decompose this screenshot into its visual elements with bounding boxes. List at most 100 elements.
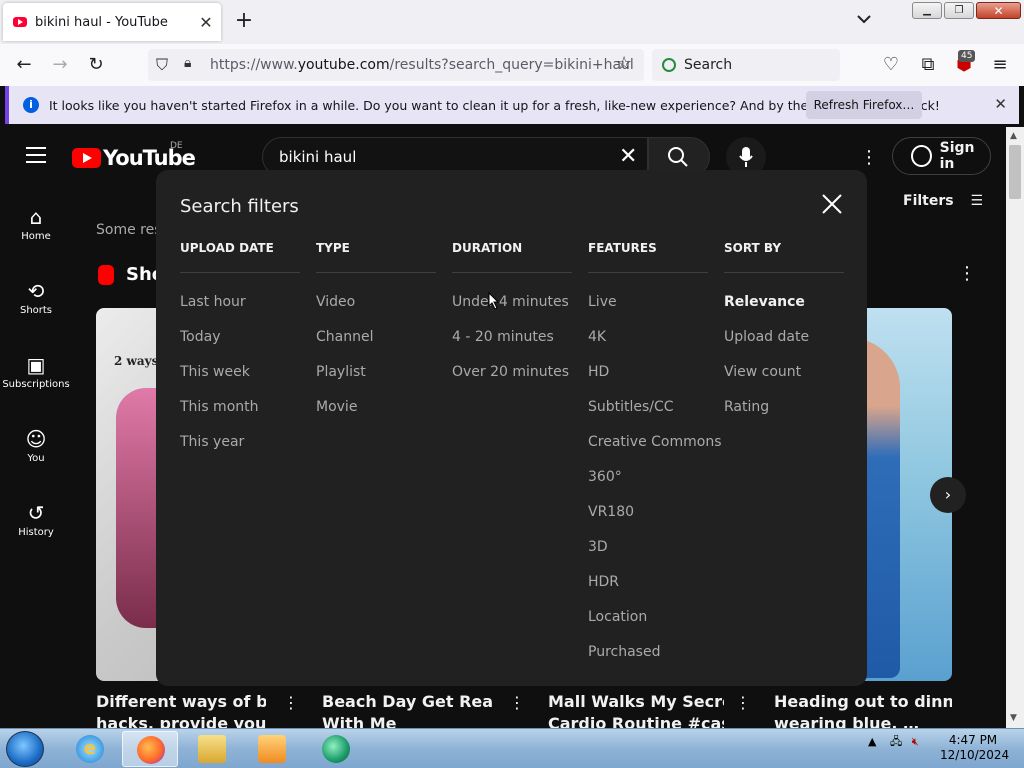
pocket-icon[interactable]: ♡ bbox=[880, 54, 902, 76]
filter-option[interactable]: Channel bbox=[316, 320, 436, 355]
taskbar-media-player[interactable] bbox=[244, 731, 300, 767]
sidebar-item-history[interactable]: ↺ History bbox=[0, 499, 72, 538]
filter-option[interactable]: 3D bbox=[588, 530, 708, 565]
list-all-tabs-icon[interactable] bbox=[855, 10, 873, 28]
filter-option[interactable]: Subtitles/CC bbox=[588, 390, 708, 425]
filters-button[interactable]: Filters ☰ bbox=[903, 193, 983, 209]
video-title[interactable]: Different ways of bikini hacks, provide y… bbox=[96, 691, 266, 728]
minimize-button[interactable]: ▁ bbox=[912, 2, 942, 19]
network-icon[interactable]: 🖧︎ bbox=[890, 735, 902, 748]
video-kebab-icon[interactable]: ⋮ bbox=[735, 693, 751, 712]
scroll-down-icon[interactable]: ▼ bbox=[1010, 713, 1017, 723]
filter-option[interactable]: Purchased bbox=[588, 635, 708, 670]
clear-search-icon[interactable]: ✕ bbox=[619, 144, 637, 169]
video-title[interactable]: Beach Day Get Ready With Me bbox=[322, 691, 492, 728]
filter-column-sort-by: SORT BY Relevance Upload date View count… bbox=[724, 240, 844, 425]
browser-navbar: ← → ↻ ⛉ 🔒︎ https://www.youtube.com/resul… bbox=[0, 44, 1024, 86]
shield-icon[interactable]: ⛉ bbox=[156, 55, 168, 75]
filter-option[interactable]: 4K bbox=[588, 320, 708, 355]
video-title[interactable]: Mall Walks My Secret Cardio Routine #casu… bbox=[548, 691, 724, 728]
account-icon bbox=[911, 145, 932, 167]
page-scrollbar[interactable]: ▲ ▼ bbox=[1006, 127, 1024, 728]
filter-option[interactable]: Last hour bbox=[180, 285, 300, 320]
taskbar-firefox[interactable] bbox=[122, 731, 178, 767]
filter-column-upload-date: UPLOAD DATE Last hour Today This week Th… bbox=[180, 240, 300, 460]
filter-option[interactable]: Over 20 minutes bbox=[452, 355, 572, 390]
refresh-firefox-button[interactable]: Refresh Firefox… bbox=[806, 91, 922, 119]
sidebar-item-shorts[interactable]: ⟲ Shorts bbox=[0, 277, 72, 316]
url-bar[interactable]: ⛉ 🔒︎ https://www.youtube.com/results?sea… bbox=[148, 49, 644, 81]
sign-in-button[interactable]: Sign in bbox=[892, 137, 991, 175]
hamburger-menu-icon[interactable] bbox=[26, 147, 46, 163]
url-prefix: https://www. bbox=[210, 57, 298, 73]
shorts-shelf-kebab-icon[interactable]: ⋮ bbox=[958, 263, 976, 284]
filter-option[interactable]: Live bbox=[588, 285, 708, 320]
volume-muted-icon[interactable]: 🔇︎ bbox=[912, 735, 919, 748]
filter-heading: DURATION bbox=[452, 240, 572, 273]
filter-column-duration: DURATION Under 4 minutes 4 - 20 minutes … bbox=[452, 240, 572, 390]
video-title[interactable]: Heading out to dinner, wearing blue. … bbox=[774, 691, 952, 728]
system-clock[interactable]: 4:47 PM 12/10/2024 bbox=[940, 733, 1009, 763]
browser-tab[interactable]: bikini haul - YouTube ✕ bbox=[3, 3, 221, 41]
sort-option[interactable]: Upload date bbox=[724, 320, 844, 355]
url-domain: youtube.com bbox=[297, 57, 390, 73]
bookmark-star-icon[interactable]: ☆ bbox=[616, 53, 632, 74]
menu-icon[interactable]: ≡ bbox=[989, 54, 1011, 76]
settings-kebab-icon[interactable]: ⋮ bbox=[860, 147, 878, 168]
filter-option[interactable]: 360° bbox=[588, 460, 708, 495]
filter-option[interactable]: Location bbox=[588, 600, 708, 635]
filter-option[interactable]: VR180 bbox=[588, 495, 708, 530]
url-text[interactable]: https://www.youtube.com/results?search_q… bbox=[210, 57, 634, 73]
filter-option[interactable]: Playlist bbox=[316, 355, 436, 390]
close-window-button[interactable]: ✕ bbox=[976, 2, 1021, 19]
taskbar-explorer[interactable] bbox=[184, 731, 240, 767]
sidebar-item-home[interactable]: ⌂ Home bbox=[0, 203, 72, 242]
filter-option[interactable]: Movie bbox=[316, 390, 436, 425]
restore-button[interactable]: ❐ bbox=[944, 2, 974, 19]
browser-search-bar[interactable]: Search bbox=[652, 49, 840, 81]
filter-option[interactable]: This year bbox=[180, 425, 300, 460]
taskbar-app[interactable] bbox=[308, 731, 364, 767]
filter-heading: FEATURES bbox=[588, 240, 708, 273]
show-hidden-icons-icon[interactable]: ▲ bbox=[868, 735, 876, 748]
close-notification-icon[interactable]: ✕ bbox=[994, 95, 1007, 113]
forward-icon[interactable]: → bbox=[49, 54, 71, 76]
system-tray: ▲ 🖧︎ 🔇︎ bbox=[868, 733, 919, 752]
scrollbar-thumb[interactable] bbox=[1009, 145, 1021, 199]
media-player-icon bbox=[258, 735, 286, 763]
video-title-line: Beach Day Get Ready bbox=[322, 692, 492, 711]
video-kebab-icon[interactable]: ⋮ bbox=[509, 693, 525, 712]
filter-option[interactable]: HD bbox=[588, 355, 708, 390]
filter-option[interactable]: This week bbox=[180, 355, 300, 390]
filter-option[interactable]: Under 4 minutes bbox=[452, 285, 572, 320]
youtube-logo[interactable]: YouTube DE bbox=[72, 141, 196, 170]
tab-close-icon[interactable]: ✕ bbox=[195, 13, 217, 32]
scroll-up-icon[interactable]: ▲ bbox=[1010, 131, 1017, 141]
filter-option[interactable]: HDR bbox=[588, 565, 708, 600]
start-button[interactable] bbox=[6, 731, 44, 767]
extensions-icon[interactable]: ⧉ bbox=[917, 54, 939, 76]
filter-option[interactable]: Creative Commons bbox=[588, 425, 722, 460]
taskbar-ie[interactable]: e bbox=[62, 731, 118, 767]
sort-option[interactable]: View count bbox=[724, 355, 844, 390]
filter-option[interactable]: This month bbox=[180, 390, 300, 425]
back-icon[interactable]: ← bbox=[13, 54, 35, 76]
sidebar-item-you[interactable]: ☺ You bbox=[0, 425, 72, 464]
new-tab-button[interactable]: + bbox=[232, 8, 256, 33]
filters-label: Filters bbox=[903, 193, 954, 209]
next-arrow-icon[interactable]: › bbox=[930, 477, 966, 513]
reload-icon[interactable]: ↻ bbox=[85, 54, 107, 76]
browser-titlebar: bikini haul - YouTube ✕ + ▁ ❐ ✕ bbox=[0, 0, 1024, 44]
extension-badge: 45 bbox=[958, 50, 976, 62]
sort-option[interactable]: Rating bbox=[724, 390, 844, 425]
filter-option[interactable]: Today bbox=[180, 320, 300, 355]
filter-option[interactable]: 4 - 20 minutes bbox=[452, 320, 572, 355]
sidebar-label: Shorts bbox=[19, 305, 53, 316]
video-kebab-icon[interactable]: ⋮ bbox=[283, 693, 299, 712]
close-dialog-icon[interactable] bbox=[820, 192, 844, 216]
lock-icon[interactable]: 🔒︎ bbox=[184, 55, 191, 71]
filter-option[interactable]: Video bbox=[316, 285, 436, 320]
sort-option-selected[interactable]: Relevance bbox=[724, 285, 844, 320]
sidebar-item-subscriptions[interactable]: ▣ Subscriptions bbox=[0, 351, 72, 390]
home-icon: ⌂ bbox=[29, 205, 43, 229]
